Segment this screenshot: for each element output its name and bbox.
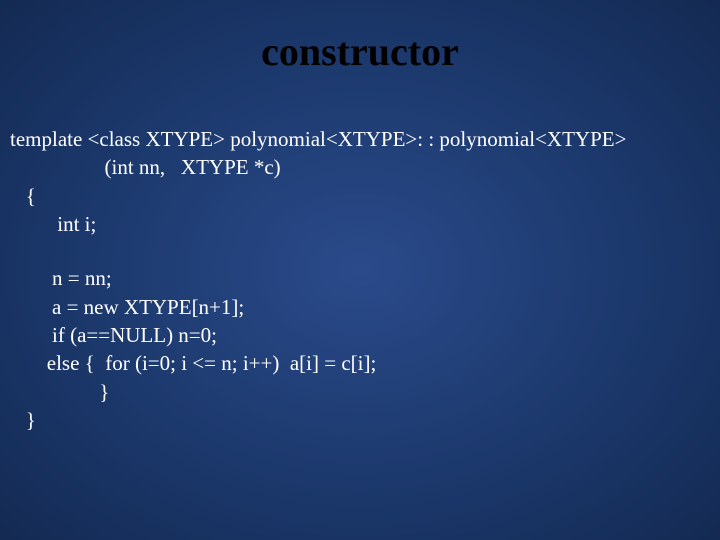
code-line: } xyxy=(10,408,36,432)
code-line: } xyxy=(10,380,109,404)
code-block: template <class XTYPE> polynomial<XTYPE>… xyxy=(0,85,720,434)
code-line: int i; xyxy=(10,212,96,236)
code-line: { xyxy=(10,184,36,208)
code-line: (int nn, XTYPE *c) xyxy=(10,155,281,179)
code-line: n = nn; xyxy=(10,266,112,290)
code-line: template <class XTYPE> polynomial<XTYPE>… xyxy=(10,127,626,151)
code-line: else { for (i=0; i <= n; i++) a[i] = c[i… xyxy=(10,351,376,375)
code-line: if (a==NULL) n=0; xyxy=(10,323,217,347)
code-line: a = new XTYPE[n+1]; xyxy=(10,295,244,319)
slide-title: constructor xyxy=(0,0,720,85)
